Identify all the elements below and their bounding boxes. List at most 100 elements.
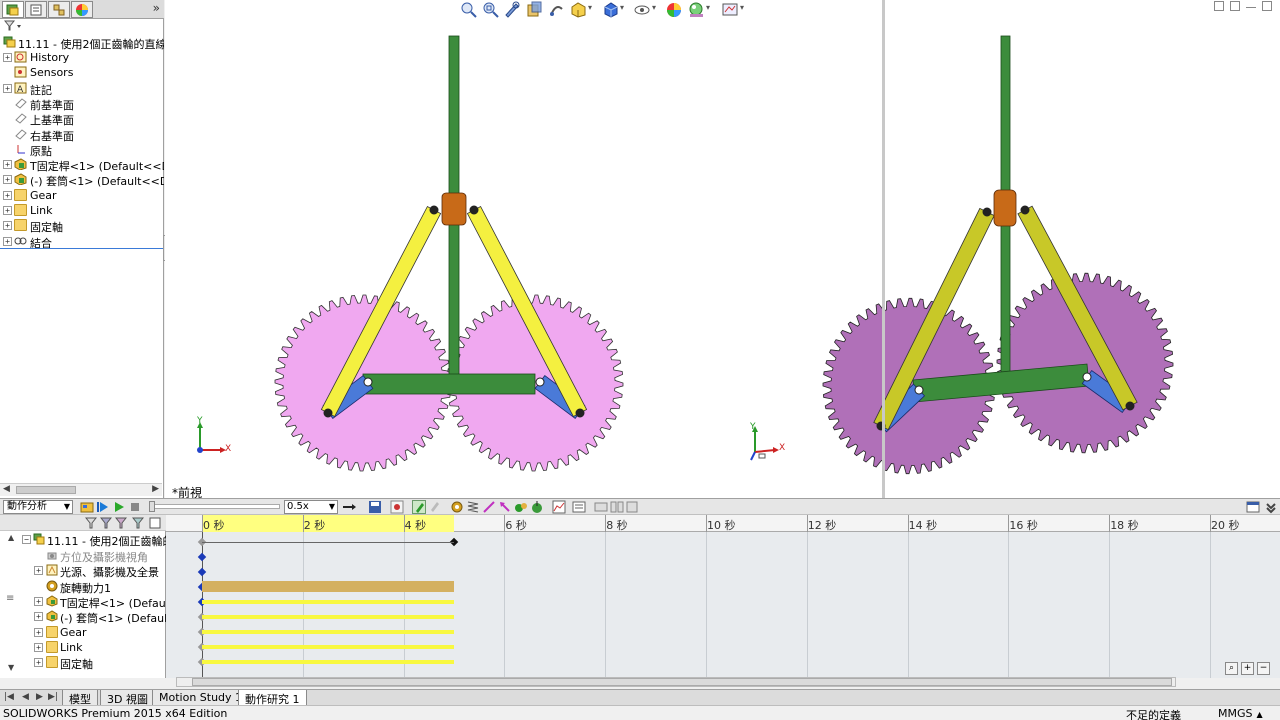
horizontal-bar[interactable] (362, 373, 536, 395)
display-style-dropdown-icon[interactable]: ▾ (620, 3, 624, 12)
tree-item[interactable]: + A 註記 (0, 81, 164, 96)
play-from-start-icon[interactable] (96, 500, 110, 514)
expand-icon[interactable]: + (3, 221, 12, 231)
zoom-to-fit-icon[interactable]: ⌕ (1225, 662, 1238, 675)
view-orientation-dropdown-icon[interactable]: ▾ (588, 3, 592, 12)
collapse-icon[interactable]: − (22, 535, 31, 544)
part-time-bar[interactable] (202, 600, 454, 604)
part-time-bar[interactable] (202, 645, 454, 649)
motion-tree-item[interactable]: + Link (0, 640, 166, 655)
edit-appearance-icon[interactable] (666, 1, 683, 18)
play-icon[interactable] (112, 500, 126, 514)
front-view-model[interactable] (270, 30, 630, 480)
collapse-panel-icon[interactable] (1246, 500, 1260, 514)
view-layout-icon[interactable] (626, 500, 640, 514)
graphics-area[interactable]: ▾ ▾ ▾ ▾ ▾ Y X Y X (165, 0, 1280, 498)
zoom-in-icon[interactable]: + (1241, 662, 1254, 675)
gravity-icon[interactable] (530, 500, 544, 514)
motion-tree-item[interactable]: + Gear (0, 625, 166, 640)
motor-time-bar[interactable] (202, 581, 454, 592)
configuration-manager-tab[interactable] (48, 1, 70, 18)
tree-item[interactable]: 前基準面 (0, 96, 164, 111)
stop-icon[interactable] (128, 500, 142, 514)
scroll-right-icon[interactable]: ▶ (152, 484, 159, 494)
autokey-icon[interactable] (412, 500, 426, 514)
view-settings-dropdown-icon[interactable]: ▾ (740, 3, 744, 12)
scroll-left-icon[interactable]: ◀ (3, 484, 10, 494)
expand-icon[interactable]: + (34, 658, 43, 668)
prev-tab-icon[interactable]: ◀ (22, 692, 29, 702)
expand-panel-icon[interactable] (1264, 500, 1278, 514)
part-time-bar[interactable] (202, 615, 454, 619)
more-tabs-icon[interactable]: » (153, 1, 160, 15)
expand-icon[interactable]: + (3, 175, 12, 185)
part-time-bar[interactable] (202, 630, 454, 634)
motion-tree-item[interactable]: 旋轉動力1 (0, 579, 166, 594)
next-tab-icon[interactable]: ▶ (36, 692, 43, 702)
expand-icon[interactable]: + (3, 83, 12, 93)
tree-item[interactable]: 右基準面 (0, 127, 164, 142)
dynamic-annotation-icon[interactable] (548, 1, 565, 18)
playback-mode-icon[interactable] (342, 500, 356, 514)
study-type-select[interactable]: 動作分析 ▼ (3, 500, 73, 514)
damper-icon[interactable] (482, 500, 496, 514)
force-icon[interactable] (498, 500, 512, 514)
viewport-divider[interactable] (882, 0, 885, 498)
tree-item[interactable]: + History (0, 50, 164, 65)
tree-item[interactable]: + Link (0, 203, 164, 218)
filter-results-icon[interactable] (132, 517, 144, 529)
previous-view-icon[interactable] (504, 1, 521, 18)
motion-tree-item[interactable]: + 光源、攝影機及全景 (0, 563, 166, 578)
last-tab-icon[interactable]: ▶| (48, 692, 58, 702)
collapse-motion-manager-icon[interactable] (594, 500, 608, 514)
keypoint[interactable] (197, 567, 207, 577)
display-style-icon[interactable] (602, 1, 619, 18)
tree-item[interactable]: Sensors (0, 65, 164, 80)
timeline-scroll-thumb[interactable] (192, 678, 1172, 686)
document-tab[interactable]: 模型 (62, 690, 98, 706)
apply-scene-icon[interactable] (688, 1, 705, 18)
scroll-down-icon[interactable]: ▼ (8, 663, 14, 672)
filter-driving-icon[interactable] (100, 517, 112, 529)
expand-icon[interactable]: + (34, 642, 43, 652)
save-animation-icon[interactable] (368, 500, 382, 514)
keypoint[interactable] (197, 552, 207, 562)
apply-scene-dropdown-icon[interactable]: ▾ (706, 3, 710, 12)
motor-icon[interactable] (450, 500, 464, 514)
zoom-to-area-icon[interactable] (482, 1, 499, 18)
motion-tree-item[interactable]: + (-) 套筒<1> (Default< (0, 609, 166, 624)
motion-tree-item[interactable]: 方位及攝影機視角 (0, 548, 166, 563)
units-selector[interactable]: MMGS ▲ (1218, 707, 1263, 720)
tree-item[interactable]: 原點 (0, 142, 164, 157)
filter-selected-icon[interactable] (115, 517, 127, 529)
minimize-window-icon[interactable] (1246, 7, 1256, 9)
tree-filter[interactable] (0, 19, 164, 33)
contact-icon[interactable] (514, 500, 528, 514)
display-manager-tab[interactable] (71, 1, 93, 18)
restore-window-icon[interactable] (1214, 1, 1224, 11)
tree-item[interactable]: + T固定桿<1> (Default<<Def (0, 157, 164, 172)
motion-tree-root[interactable]: ▲ − 11.11 - 使用2個正齒輪的 (0, 532, 166, 547)
playback-slider-thumb[interactable] (149, 501, 155, 512)
expand-icon[interactable]: + (3, 160, 12, 170)
timeline-horizontal-scrollbar[interactable] (176, 677, 1176, 687)
feature-manager-tab[interactable] (2, 1, 24, 18)
document-tab[interactable]: 3D 視圖 (100, 690, 155, 706)
expand-icon[interactable]: + (34, 612, 43, 622)
time-ruler[interactable]: 0 秒 2 秒 4 秒 6 秒 8 秒 10 秒 12 秒 14 秒 16 秒 18 秒 20 秒 (166, 515, 1280, 532)
sleeve[interactable] (441, 192, 467, 226)
expand-icon[interactable]: + (34, 596, 43, 606)
first-tab-icon[interactable]: |◀ (4, 692, 14, 702)
motion-tree-item[interactable]: + T固定桿<1> (Default< (0, 594, 166, 609)
playback-speed-select[interactable]: 0.5x ▼ (284, 500, 338, 514)
tree-item[interactable]: + 結合 (0, 234, 164, 249)
tile-window-icon[interactable] (1230, 1, 1240, 11)
spring-icon[interactable] (466, 500, 480, 514)
hide-show-dropdown-icon[interactable]: ▾ (652, 3, 656, 12)
view-orientation-icon[interactable] (570, 1, 587, 18)
part-time-bar[interactable] (202, 660, 454, 664)
expand-icon[interactable]: + (34, 566, 43, 576)
motion-study-properties-icon[interactable] (572, 500, 586, 514)
zoom-out-icon[interactable]: − (1257, 662, 1270, 675)
zoom-to-fit-icon[interactable] (460, 1, 477, 18)
